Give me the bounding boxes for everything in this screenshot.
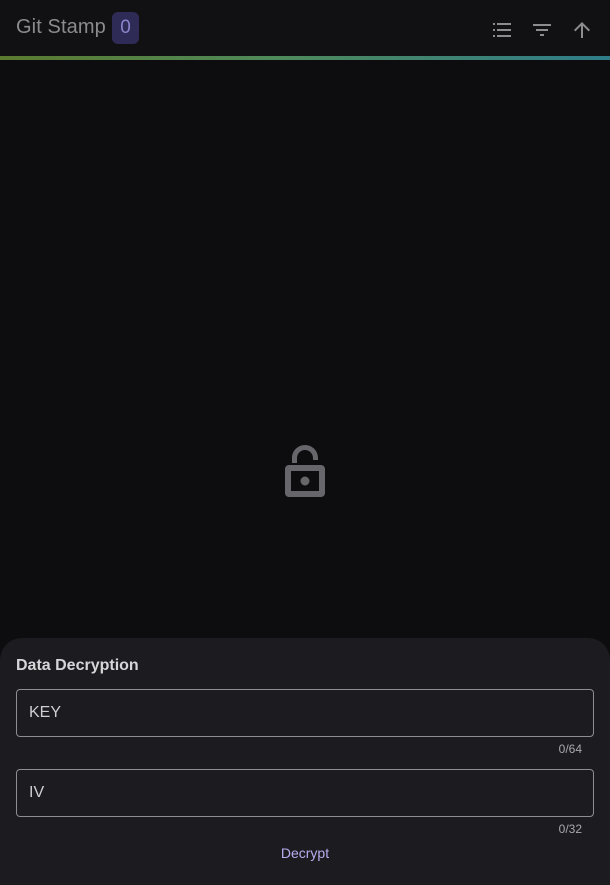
- decryption-sheet: Data Decryption 0/64 0/32 Decrypt: [0, 638, 610, 885]
- progress-gradient-bar: [0, 56, 610, 60]
- iv-counter: 0/32: [558, 822, 582, 836]
- key-input[interactable]: [17, 690, 593, 736]
- iv-input[interactable]: [17, 770, 593, 816]
- count-badge: 0: [112, 12, 139, 44]
- sheet-title: Data Decryption: [16, 657, 139, 674]
- app-title: Git Stamp: [16, 16, 106, 38]
- key-counter: 0/64: [558, 742, 582, 756]
- list-icon[interactable]: [490, 18, 514, 42]
- lock-open-icon: [281, 443, 329, 499]
- app-header: Git Stamp 0: [0, 0, 610, 56]
- filter-icon[interactable]: [530, 18, 554, 42]
- key-field[interactable]: [16, 689, 594, 737]
- iv-field[interactable]: [16, 769, 594, 817]
- arrow-up-icon[interactable]: [570, 18, 594, 42]
- decrypt-button[interactable]: Decrypt: [270, 843, 340, 863]
- app-root: Git Stamp 0 Data Decryption 0/64 0/32: [0, 0, 610, 885]
